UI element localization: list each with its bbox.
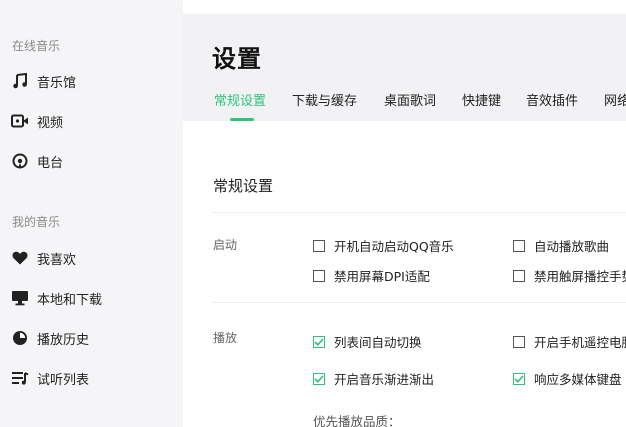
option-label: 开启手机遥控电脑 bbox=[534, 335, 626, 350]
startup-label: 启动 bbox=[213, 238, 238, 252]
divider bbox=[212, 302, 626, 303]
checkbox[interactable] bbox=[313, 239, 325, 252]
playlist-icon bbox=[11, 369, 29, 387]
sidebar-item-favorites[interactable]: 我喜欢 bbox=[0, 240, 183, 276]
option-auto-start[interactable]: 开机自动启动QQ音乐 bbox=[313, 236, 454, 255]
playback-label: 播放 bbox=[213, 331, 238, 345]
sidebar-item-play-history[interactable]: 播放历史 bbox=[0, 320, 183, 356]
active-tab-indicator bbox=[230, 118, 254, 121]
option-auto-play[interactable]: 自动播放歌曲 bbox=[513, 236, 609, 255]
tab-shortcuts[interactable]: 快捷键 bbox=[462, 90, 501, 109]
checkbox[interactable] bbox=[513, 239, 525, 252]
page-title: 设置 bbox=[212, 45, 262, 73]
option-media-keys[interactable]: 响应多媒体键盘 bbox=[513, 369, 622, 388]
checkbox-checked[interactable] bbox=[313, 335, 325, 348]
option-label: 开启音乐渐进渐出 bbox=[334, 372, 435, 387]
sidebar-item-label: 音乐馆 bbox=[37, 75, 77, 91]
music-note-icon bbox=[11, 72, 29, 90]
sidebar-item-local-downloads[interactable]: 本地和下载 bbox=[0, 280, 183, 316]
section-title: 常规设置 bbox=[213, 177, 274, 195]
option-label: 禁用触屏播控手势 bbox=[534, 269, 626, 284]
divider bbox=[212, 212, 626, 213]
sidebar-item-video[interactable]: 视频 bbox=[0, 103, 183, 139]
monitor-icon bbox=[11, 289, 29, 307]
checkbox[interactable] bbox=[313, 269, 325, 282]
sidebar-item-label: 试听列表 bbox=[37, 372, 90, 388]
tab-desktop-lyrics[interactable]: 桌面歌词 bbox=[384, 90, 436, 109]
quality-label: 优先播放品质： bbox=[313, 414, 401, 427]
heart-icon bbox=[11, 249, 29, 267]
sidebar-item-label: 电台 bbox=[37, 155, 64, 171]
option-disable-touch[interactable]: 禁用触屏播控手势 bbox=[513, 266, 626, 285]
tab-general[interactable]: 常规设置 bbox=[214, 90, 266, 109]
radio-icon bbox=[11, 152, 29, 170]
option-label: 开机自动启动QQ音乐 bbox=[334, 239, 454, 254]
option-disable-dpi[interactable]: 禁用屏幕DPI适配 bbox=[313, 266, 430, 285]
tab-network[interactable]: 网络 bbox=[604, 90, 626, 109]
option-list-auto-switch[interactable]: 列表间自动切换 bbox=[313, 332, 422, 351]
sidebar-item-radio[interactable]: 电台 bbox=[0, 143, 183, 179]
checkbox[interactable] bbox=[513, 269, 525, 282]
option-label: 列表间自动切换 bbox=[334, 335, 422, 350]
sidebar-item-label: 播放历史 bbox=[37, 332, 90, 348]
sidebar-item-label: 我喜欢 bbox=[37, 252, 77, 268]
checkbox-checked[interactable] bbox=[313, 372, 325, 385]
settings-header: 设置 常规设置 下载与缓存 桌面歌词 快捷键 音效插件 网络 bbox=[183, 14, 626, 121]
sidebar-item-label: 本地和下载 bbox=[37, 292, 103, 308]
sidebar-item-label: 视频 bbox=[37, 115, 64, 131]
sidebar: 在线音乐 音乐馆 视频 电台 我的音乐 我喜欢 本地和下载 播放历史 试听列表 bbox=[0, 0, 183, 427]
option-phone-remote[interactable]: 开启手机遥控电脑 bbox=[513, 332, 626, 351]
tab-sound-plugins[interactable]: 音效插件 bbox=[526, 90, 578, 109]
tab-download-cache[interactable]: 下载与缓存 bbox=[292, 90, 357, 109]
option-label: 自动播放歌曲 bbox=[534, 239, 610, 254]
sidebar-item-music-hall[interactable]: 音乐馆 bbox=[0, 63, 183, 99]
checkbox[interactable] bbox=[513, 335, 525, 348]
option-fade-in-out[interactable]: 开启音乐渐进渐出 bbox=[313, 369, 434, 388]
sidebar-section-online-music: 在线音乐 bbox=[12, 39, 61, 53]
checkbox-checked[interactable] bbox=[513, 372, 525, 385]
settings-main: 设置 常规设置 下载与缓存 桌面歌词 快捷键 音效插件 网络 常规设置 启动 开… bbox=[183, 0, 626, 427]
video-icon bbox=[11, 112, 29, 130]
option-label: 响应多媒体键盘 bbox=[534, 372, 622, 387]
clock-icon bbox=[11, 329, 29, 347]
sidebar-section-my-music: 我的音乐 bbox=[12, 215, 61, 229]
top-strip bbox=[183, 0, 626, 14]
sidebar-item-trial-list[interactable]: 试听列表 bbox=[0, 360, 183, 396]
option-label: 禁用屏幕DPI适配 bbox=[334, 269, 430, 284]
